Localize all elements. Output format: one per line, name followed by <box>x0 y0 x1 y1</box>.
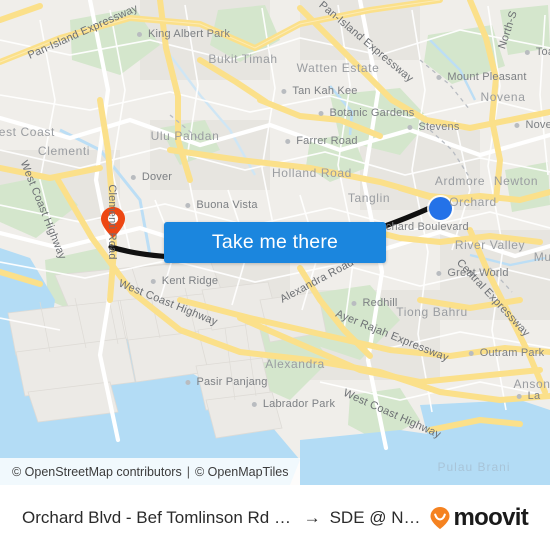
moovit-logo[interactable]: moovit <box>429 503 529 532</box>
attribution-osm[interactable]: © OpenStreetMap contributors <box>12 465 182 479</box>
destination-dot-marker[interactable] <box>428 196 452 220</box>
moovit-pin-icon <box>430 506 450 529</box>
attribution-omt[interactable]: © OpenMapTiles <box>195 465 289 479</box>
moovit-map-screen: Pan-Island Expressway Pan-Island Expressw… <box>0 0 550 550</box>
arrow-right-icon: → <box>303 507 321 527</box>
trip-destination-label: SDE @ N… <box>329 507 421 527</box>
map-pin-icon <box>101 207 125 238</box>
map-attribution: © OpenStreetMap contributors | © OpenMap… <box>0 458 301 485</box>
map-canvas[interactable]: Pan-Island Expressway Pan-Island Expressw… <box>0 0 550 485</box>
trip-origin-label: Orchard Blvd - Bef Tomlinson Rd (091… <box>22 507 295 527</box>
origin-pin-marker[interactable] <box>96 205 130 239</box>
moovit-wordmark: moovit <box>453 503 529 531</box>
trip-summary[interactable]: Orchard Blvd - Bef Tomlinson Rd (091… → … <box>22 508 421 528</box>
attribution-separator: | <box>186 464 190 479</box>
trip-footer: Orchard Blvd - Bef Tomlinson Rd (091… → … <box>0 485 550 550</box>
take-me-there-button[interactable]: Take me there <box>164 222 386 263</box>
